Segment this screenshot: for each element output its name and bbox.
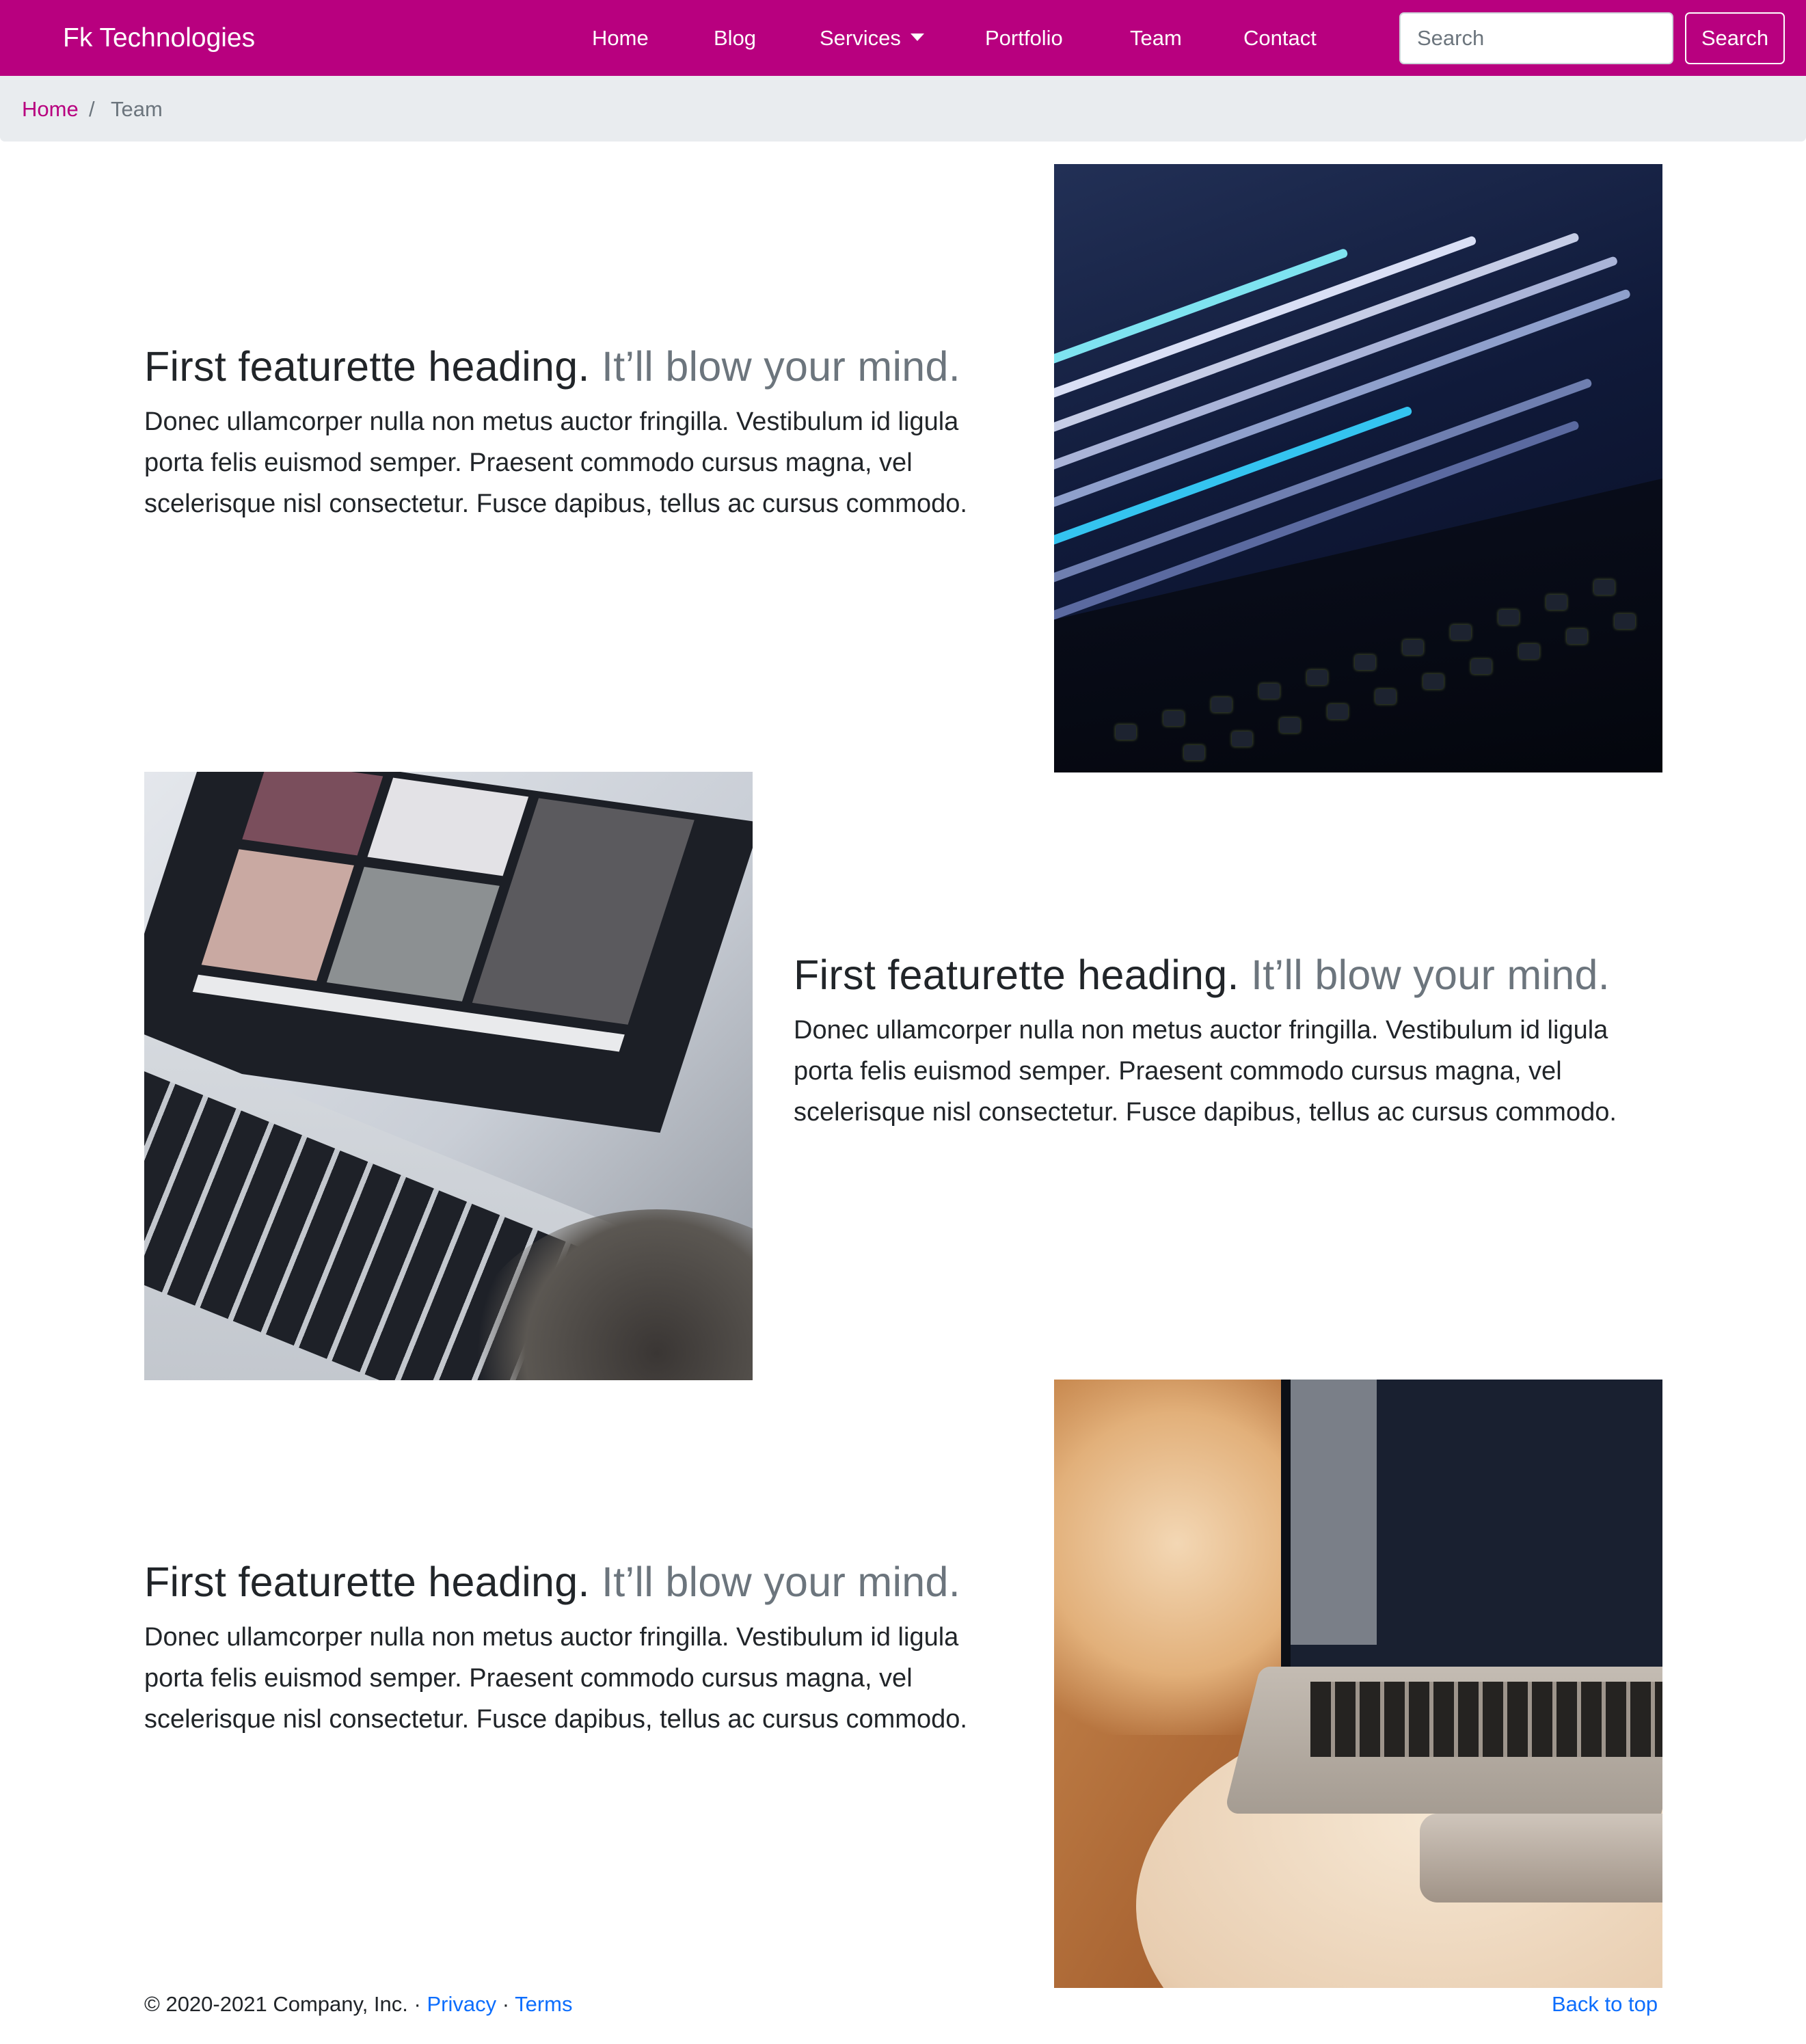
- nav-link-portfolio[interactable]: Portfolio: [985, 23, 1063, 53]
- key: [1594, 580, 1615, 595]
- keyboard-area: [1054, 479, 1662, 772]
- editor-sidebar: [1291, 1380, 1377, 1645]
- featurette-heading-main: First featurette heading.: [144, 1559, 590, 1605]
- key: [1546, 595, 1567, 610]
- navbar: Fk Technologies Home Blog Services Portf…: [0, 0, 1806, 76]
- search-input[interactable]: [1399, 12, 1673, 64]
- phone: [1420, 1814, 1662, 1902]
- nav-link-blog[interactable]: Blog: [714, 23, 756, 53]
- featurette-heading: First featurette heading. It’ll blow you…: [794, 949, 1641, 1001]
- featurette-1-text: First featurette heading. It’ll blow you…: [144, 340, 992, 524]
- key: [1116, 725, 1136, 740]
- search-button[interactable]: Search: [1685, 12, 1785, 64]
- featurette-heading-muted: It’ll blow your mind.: [602, 343, 960, 390]
- key: [1307, 670, 1327, 685]
- featurette-3-text: First featurette heading. It’ll blow you…: [144, 1556, 992, 1740]
- nav-link-team[interactable]: Team: [1130, 23, 1182, 53]
- nav-link-contact[interactable]: Contact: [1243, 23, 1317, 53]
- nav-dropdown-services[interactable]: Services: [820, 23, 924, 53]
- key: [1327, 704, 1348, 719]
- photo-tile: [242, 772, 383, 856]
- featurette-heading-main: First featurette heading.: [794, 952, 1239, 998]
- photo-tile: [201, 849, 354, 981]
- key: [1259, 684, 1280, 699]
- featurette-heading: First featurette heading. It’ll blow you…: [144, 1556, 992, 1609]
- chevron-down-icon: [910, 33, 924, 41]
- featurette-lead: Donec ullamcorper nulla non metus auctor…: [794, 1016, 1617, 1127]
- key: [1232, 731, 1252, 747]
- copyright-text: © 2020-2021 Company, Inc. ·: [144, 1992, 427, 2016]
- code-line: [1054, 247, 1349, 378]
- key: [1451, 625, 1471, 640]
- key: [1403, 640, 1423, 655]
- breadcrumb-current: Team: [111, 97, 163, 121]
- featurette-heading: First featurette heading. It’ll blow you…: [144, 340, 992, 393]
- brand-link[interactable]: Fk Technologies: [63, 21, 255, 56]
- nav-link-services-label: Services: [820, 26, 901, 50]
- laptop-code-photo: [1054, 164, 1662, 772]
- key: [1471, 659, 1492, 674]
- back-to-top-link[interactable]: Back to top: [1552, 1989, 1658, 2019]
- key: [1375, 689, 1396, 704]
- breadcrumb: Home / Team: [0, 76, 1806, 142]
- laptop-keyboard: [1310, 1682, 1662, 1757]
- featurette-lead: Donec ullamcorper nulla non metus auctor…: [144, 1623, 967, 1734]
- laptop-photo-grid-photo: [144, 772, 753, 1380]
- terms-link[interactable]: Terms: [515, 1992, 572, 2016]
- featurette-2-text: First featurette heading. It’ll blow you…: [794, 949, 1641, 1133]
- key: [1280, 718, 1300, 733]
- key: [1163, 711, 1184, 726]
- key: [1355, 655, 1375, 670]
- key: [1567, 629, 1587, 644]
- nav-link-home[interactable]: Home: [592, 23, 649, 53]
- featurette-heading-muted: It’ll blow your mind.: [1251, 952, 1610, 998]
- featurette-heading-muted: It’ll blow your mind.: [602, 1559, 960, 1605]
- featurette-heading-main: First featurette heading.: [144, 343, 590, 390]
- key: [1423, 674, 1444, 689]
- key: [1519, 644, 1539, 659]
- key: [1184, 745, 1204, 760]
- photo-tile: [367, 777, 529, 876]
- laptop-on-table-photo: [1054, 1380, 1662, 1988]
- key: [1211, 697, 1232, 712]
- breadcrumb-separator: /: [89, 97, 95, 121]
- key: [1498, 610, 1519, 625]
- footer-dot: ·: [496, 1992, 515, 2016]
- key: [1615, 614, 1635, 629]
- breadcrumb-home-link[interactable]: Home: [22, 94, 79, 124]
- privacy-link[interactable]: Privacy: [427, 1992, 496, 2016]
- footer-copyright: © 2020-2021 Company, Inc. · Privacy · Te…: [144, 1989, 572, 2019]
- photo-tile: [326, 866, 500, 1001]
- featurette-lead: Donec ullamcorper nulla non metus auctor…: [144, 407, 967, 518]
